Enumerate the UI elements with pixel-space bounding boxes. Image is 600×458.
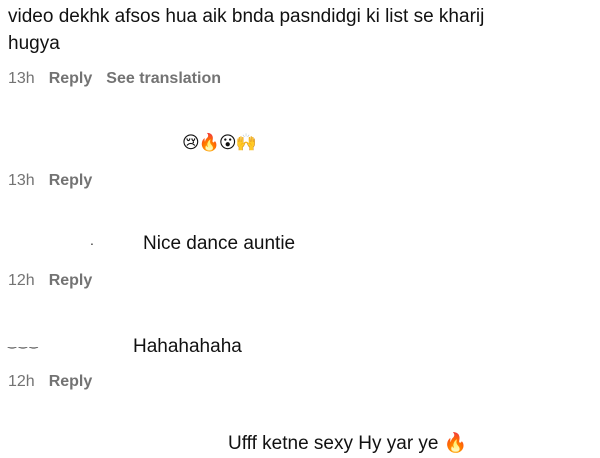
comment-meta: 13h Reply [8,172,92,190]
comment-emojis: 😢🔥😮🙌 [182,133,257,153]
reply-button[interactable]: Reply [49,70,93,88]
comment-meta: 13h Reply See translation [8,70,221,88]
comment-text-line: video dekhk afsos hua aik bnda pasndidgi… [8,6,485,27]
comments-list: video dekhk afsos hua aik bnda pasndidgi… [0,0,600,458]
comment-text: video dekhk afsos hua aik bnda pasndidgi… [8,3,484,57]
comment-timestamp: 13h [8,70,35,87]
comment-text-body: Ufff ketne sexy Hy yar ye [228,433,439,454]
reply-button[interactable]: Reply [49,272,93,290]
username-fragment: . [90,232,94,248]
comment-timestamp: 12h [8,272,35,289]
comment-text: Ufff ketne sexy Hy yar ye 🔥 [228,430,467,457]
comment-text-line: hugya [8,33,60,54]
comment-text: Nice dance auntie [143,233,296,254]
username-fragment: ‿ ‿ ‿ [8,338,38,349]
comment-text: Hahahahaha [133,336,242,357]
comment-timestamp: 12h [8,373,35,390]
fire-icon: 🔥 [443,432,468,454]
reply-button[interactable]: Reply [49,172,93,190]
comment-timestamp: 13h [8,172,35,189]
see-translation-button[interactable]: See translation [106,70,221,88]
reply-button[interactable]: Reply [49,373,93,391]
comment-meta: 12h Reply [8,272,92,290]
comment-meta: 12h Reply [8,373,92,391]
